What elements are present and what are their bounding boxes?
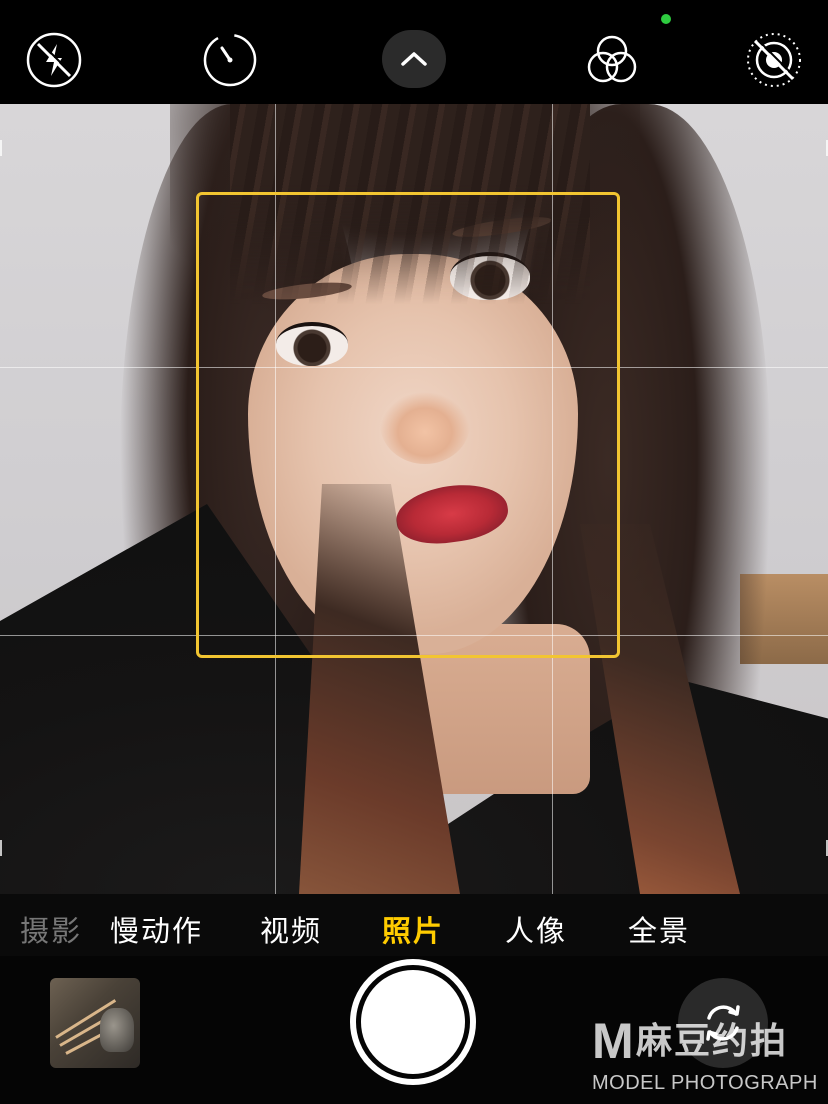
- mode-panorama[interactable]: 全景: [628, 908, 690, 950]
- shutter-inner: [361, 970, 465, 1074]
- timer-icon: [203, 33, 257, 87]
- watermark-brand-cn: 麻豆约拍: [636, 1021, 789, 1062]
- thumbnail-detail: [100, 1008, 134, 1052]
- mode-photo[interactable]: 照片: [382, 908, 444, 950]
- top-control-bar: [0, 0, 828, 104]
- live-photo-button[interactable]: [742, 28, 806, 92]
- frame-corner-mark: [0, 840, 2, 856]
- watermark-logo: M: [592, 1013, 634, 1069]
- face-detection-box: [196, 192, 620, 658]
- shutter-button[interactable]: [350, 959, 476, 1085]
- frame-corner-mark: [0, 140, 2, 156]
- camera-app: 摄影 慢动作 视频 照片 人像 全景 M 麻豆约拍 MODEL PHOTOGRA…: [0, 0, 828, 1104]
- flash-toggle-button[interactable]: [22, 28, 86, 92]
- flash-off-icon: [26, 32, 82, 88]
- mode-slow-motion[interactable]: 慢动作: [110, 908, 203, 950]
- last-photo-thumbnail[interactable]: [50, 978, 140, 1068]
- camera-mode-selector: 摄影 慢动作 视频 照片 人像 全景: [0, 894, 828, 956]
- timer-button[interactable]: [198, 28, 262, 92]
- mode-portrait[interactable]: 人像: [505, 908, 567, 950]
- chevron-up-icon: [401, 52, 427, 66]
- brand-watermark: M 麻豆约拍 MODEL PHOTOGRAPH: [592, 1016, 828, 1104]
- filters-button[interactable]: [580, 28, 644, 92]
- watermark-brand-en: MODEL PHOTOGRAPH: [592, 1072, 818, 1094]
- mode-time-lapse[interactable]: 摄影: [20, 908, 82, 950]
- camera-viewfinder[interactable]: [0, 104, 828, 894]
- camera-in-use-indicator: [661, 14, 671, 24]
- filters-icon: [587, 35, 637, 83]
- mode-video[interactable]: 视频: [260, 908, 322, 950]
- expand-controls-button[interactable]: [382, 30, 446, 88]
- live-photo-off-icon: [747, 33, 801, 87]
